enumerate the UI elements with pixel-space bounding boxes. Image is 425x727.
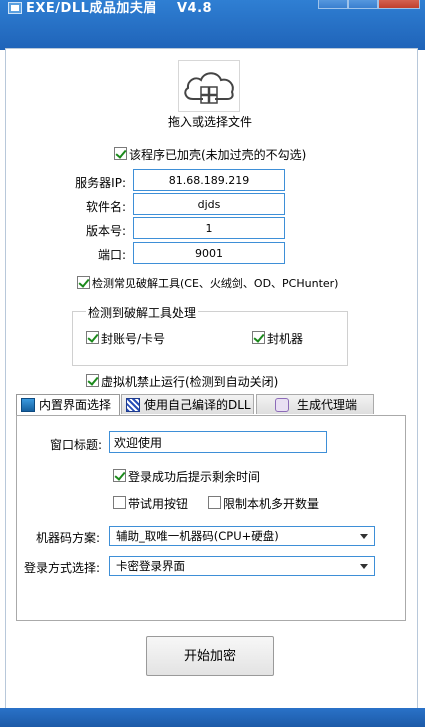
window-bottom-frame xyxy=(0,708,425,727)
window-title-field[interactable]: 欢迎使用 xyxy=(109,431,327,453)
login-mode-label: 登录方式选择: xyxy=(24,561,101,575)
ban-machine-label: 封机器 xyxy=(267,332,304,346)
packed-checkbox-label: 该程序已加壳(未加过壳的不勾选) xyxy=(129,148,307,162)
chevron-down-icon xyxy=(360,534,368,539)
window-title: EXE/DLL成品加夫眉 V4.8 xyxy=(26,1,213,16)
show-remaining-label: 登录成功后提示剩余时间 xyxy=(128,470,261,484)
software-name-field[interactable]: djds xyxy=(133,193,285,215)
port-field[interactable]: 9001 xyxy=(133,242,285,264)
machine-code-label: 机器码方案: xyxy=(36,531,101,545)
window-title-label: 窗口标题: xyxy=(49,438,102,452)
dll-icon xyxy=(126,398,140,412)
server-ip-field[interactable]: 81.68.189.219 xyxy=(133,169,285,191)
builtin-ui-icon xyxy=(21,398,35,412)
limit-multi-checkbox[interactable] xyxy=(208,496,221,509)
tab-proxy-label: 生成代理端 xyxy=(297,398,358,412)
tab-own-dll[interactable]: 使用自己编译的DLL xyxy=(121,394,254,414)
tab-builtin-ui[interactable]: 内置界面选择 xyxy=(16,394,120,416)
chevron-down-icon xyxy=(360,564,368,569)
limit-multi-label: 限制本机多开数量 xyxy=(223,497,320,511)
title-bar: EXE/DLL成品加夫眉 V4.8 xyxy=(0,0,425,50)
login-mode-value: 卡密登录界面 xyxy=(116,559,185,573)
ban-account-checkbox[interactable] xyxy=(86,331,99,344)
close-button[interactable] xyxy=(378,0,420,9)
crack-group-title: 检测到破解工具处理 xyxy=(86,304,199,321)
file-drop-area[interactable] xyxy=(178,60,240,112)
drop-hint: 拖入或选择文件 xyxy=(168,115,253,129)
ban-account-label: 封账号/卡号 xyxy=(101,332,166,346)
tab-builtin-ui-label: 内置界面选择 xyxy=(39,398,112,412)
tab-own-dll-label: 使用自己编译的DLL xyxy=(144,398,251,412)
proxy-icon xyxy=(275,398,289,412)
version-label: 版本号: xyxy=(85,224,126,238)
machine-code-value: 辅助_取唯一机器码(CPU+硬盘) xyxy=(116,529,279,543)
vm-block-label: 虚拟机禁止运行(检测到自动关闭) xyxy=(101,375,279,389)
software-name-label: 软件名: xyxy=(85,200,126,214)
cloud-upload-icon xyxy=(184,72,234,104)
port-label: 端口: xyxy=(97,248,126,262)
minimize-button[interactable] xyxy=(318,0,348,9)
packed-checkbox[interactable] xyxy=(114,147,127,160)
app-icon xyxy=(8,2,22,14)
machine-code-select[interactable]: 辅助_取唯一机器码(CPU+硬盘) xyxy=(109,526,375,546)
detect-tools-label: 检测常见破解工具(CE、火绒剑、OD、PCHunter) xyxy=(92,277,339,290)
vm-block-checkbox[interactable] xyxy=(86,374,99,387)
show-remaining-checkbox[interactable] xyxy=(113,469,126,482)
maximize-button[interactable] xyxy=(348,0,378,9)
tab-proxy[interactable]: 生成代理端 xyxy=(256,394,374,414)
trial-button-label: 带试用按钮 xyxy=(128,497,189,511)
start-encrypt-button[interactable]: 开始加密 xyxy=(146,636,274,676)
server-ip-label: 服务器IP: xyxy=(75,176,126,190)
ban-machine-checkbox[interactable] xyxy=(252,331,265,344)
login-mode-select[interactable]: 卡密登录界面 xyxy=(109,556,375,576)
detect-tools-checkbox[interactable] xyxy=(77,276,90,289)
trial-button-checkbox[interactable] xyxy=(113,496,126,509)
version-field[interactable]: 1 xyxy=(133,217,285,239)
